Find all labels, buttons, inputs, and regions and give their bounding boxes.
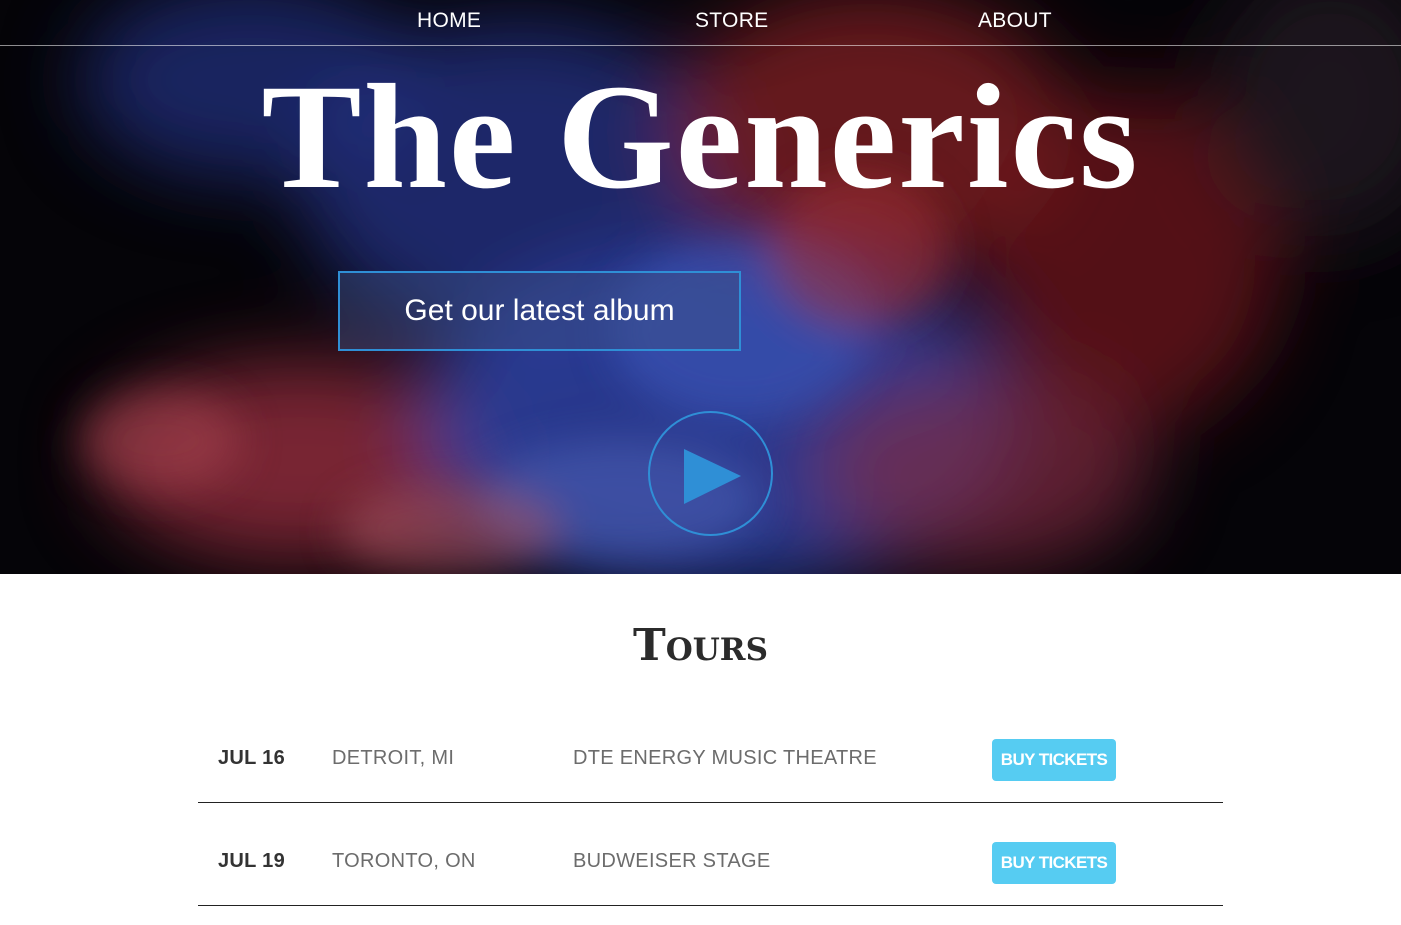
tour-venue: BUDWEISER STAGE bbox=[573, 850, 771, 872]
nav-link-about[interactable]: ABOUT bbox=[978, 9, 1052, 33]
tour-city: DETROIT, MI bbox=[332, 747, 455, 769]
buy-tickets-label: BUY TICKETS bbox=[1000, 853, 1108, 872]
tour-row: JUL 19 TORONTO, ON BUDWEISER STAGE BUY T… bbox=[198, 802, 1223, 906]
nav-link-store[interactable]: STORE bbox=[695, 9, 768, 33]
play-button[interactable] bbox=[648, 411, 773, 536]
album-button-label: Get our latest album bbox=[404, 294, 675, 327]
tour-row: JUL 16 DETROIT, MI DTE ENERGY MUSIC THEA… bbox=[198, 699, 1223, 803]
tour-date: JUL 16 bbox=[218, 747, 286, 769]
tours-heading: Tours bbox=[633, 620, 768, 671]
buy-tickets-label: BUY TICKETS bbox=[1000, 750, 1108, 769]
nav-link-home[interactable]: HOME bbox=[417, 9, 481, 33]
play-icon bbox=[684, 449, 741, 504]
top-navigation: HOME STORE ABOUT bbox=[0, 0, 1401, 46]
tour-venue: DTE ENERGY MUSIC THEATRE bbox=[573, 747, 877, 769]
band-title: The Generics bbox=[261, 54, 1140, 220]
buy-tickets-button[interactable]: BUY TICKETS bbox=[992, 842, 1116, 884]
tour-city: TORONTO, ON bbox=[332, 850, 476, 872]
hero-section: HOME STORE ABOUT The Generics Get our la… bbox=[0, 0, 1401, 574]
tour-date: JUL 19 bbox=[218, 850, 286, 872]
get-latest-album-button[interactable]: Get our latest album bbox=[338, 271, 741, 351]
buy-tickets-button[interactable]: BUY TICKETS bbox=[992, 739, 1116, 781]
